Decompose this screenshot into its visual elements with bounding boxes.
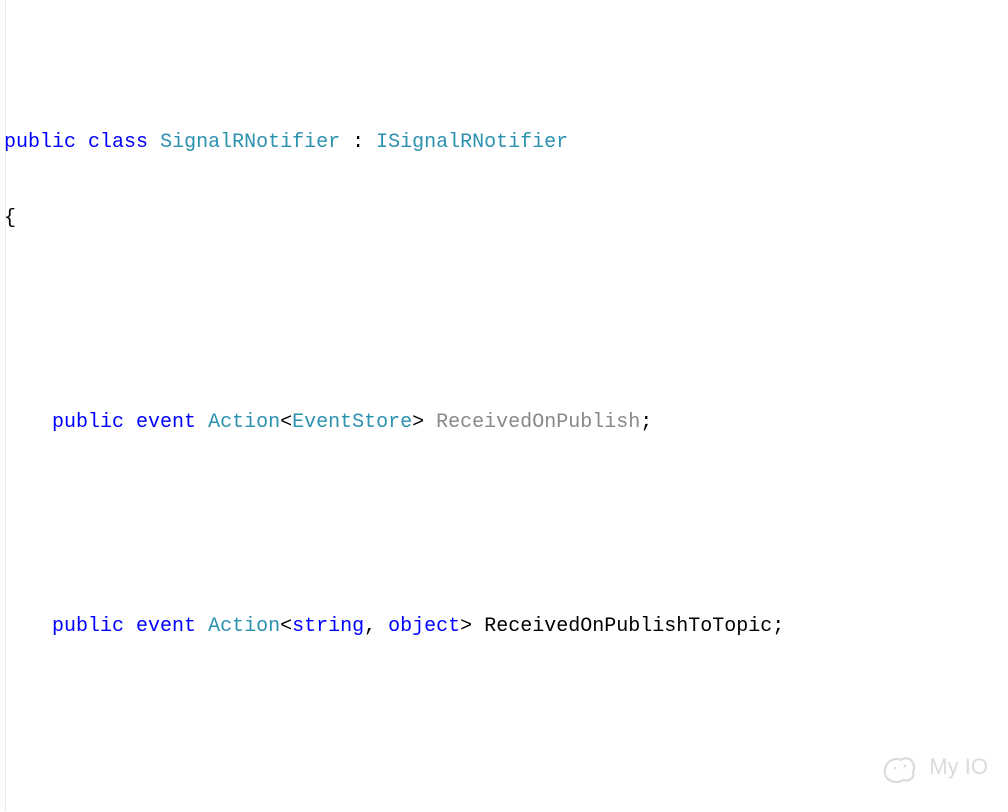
watermark-icon: [879, 750, 919, 784]
code-line: public event Action<string, object> Rece…: [4, 614, 1008, 640]
code-line: {: [4, 206, 1008, 232]
code-line: [4, 283, 1008, 309]
watermark: My IO: [879, 750, 988, 784]
code-line: [4, 487, 1008, 513]
watermark-text: My IO: [929, 754, 988, 780]
code-line: [4, 691, 1008, 717]
code-line: public event Action<EventStore> Received…: [4, 410, 1008, 436]
code-line: public class SignalRNotifier : ISignalRN…: [4, 130, 1008, 156]
code-editor[interactable]: public class SignalRNotifier : ISignalRN…: [0, 0, 1008, 812]
